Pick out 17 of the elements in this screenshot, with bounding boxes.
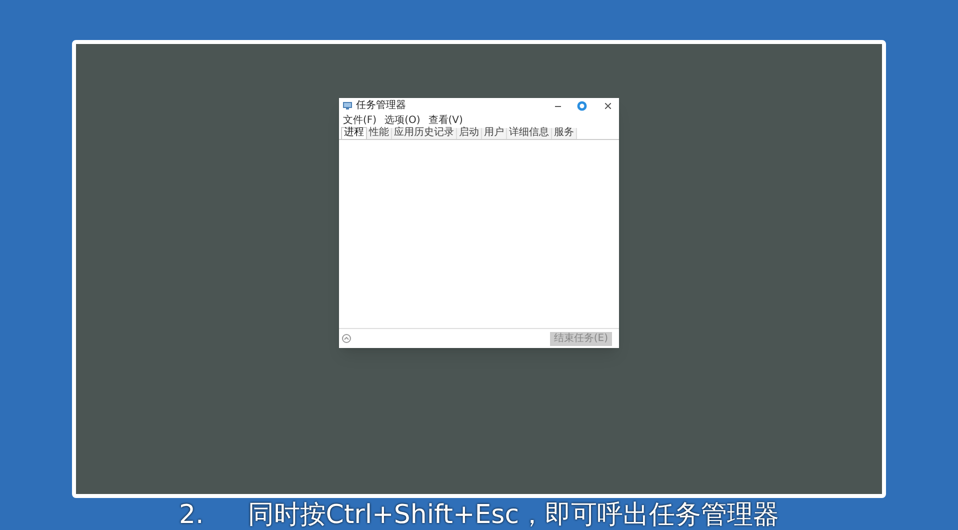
menu-item[interactable]: 文件(F) — [343, 116, 377, 126]
tab[interactable]: 详细信息 — [507, 128, 552, 139]
window-title: 任务管理器 — [356, 101, 406, 111]
menu-item[interactable]: 查看(V) — [428, 116, 463, 126]
step-number: 2. — [178, 502, 204, 528]
monitor-icon — [343, 102, 352, 110]
tab[interactable]: 服务 — [552, 128, 577, 139]
tab[interactable]: 进程 — [341, 127, 367, 139]
subtitle-text: 同时按Ctrl+Shift+Esc，即可呼出任务管理器 — [248, 502, 779, 528]
collapse-icon[interactable] — [342, 334, 351, 343]
spinner-icon — [577, 101, 587, 111]
tab[interactable]: 启动 — [457, 128, 482, 139]
tab[interactable]: 用户 — [482, 128, 507, 139]
tab[interactable]: 应用历史记录 — [392, 128, 457, 139]
tab[interactable]: 性能 — [367, 128, 392, 139]
close-icon[interactable] — [605, 103, 611, 109]
menu-item[interactable]: 选项(O) — [384, 116, 420, 126]
